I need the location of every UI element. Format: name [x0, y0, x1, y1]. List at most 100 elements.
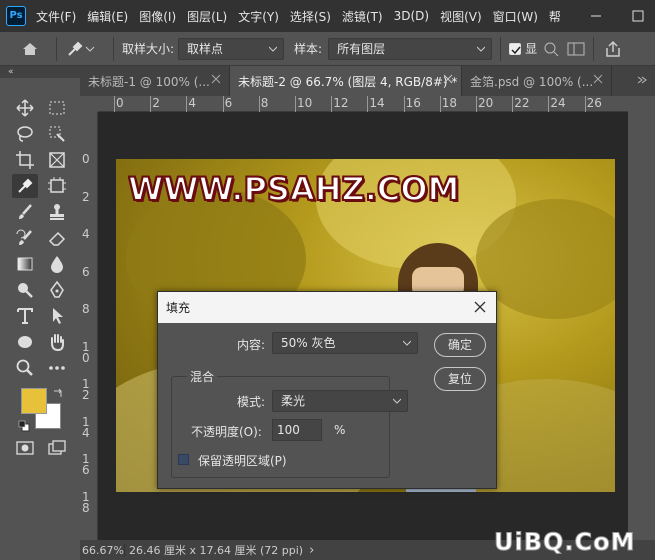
- chevron-right-icon: [637, 76, 647, 84]
- reset-button[interactable]: 复位: [434, 367, 486, 391]
- patch-tool[interactable]: [44, 174, 70, 198]
- hand-tool[interactable]: [44, 330, 70, 354]
- lasso-tool[interactable]: [12, 122, 38, 146]
- menu-edit[interactable]: 编辑(E): [87, 8, 128, 25]
- ruler-tick-label: 16: [405, 96, 421, 110]
- close-icon[interactable]: [593, 74, 603, 84]
- mode-select[interactable]: 柔光: [272, 390, 408, 412]
- ruler-tick-label: 18: [441, 96, 458, 110]
- pen-tool[interactable]: [44, 278, 70, 302]
- swap-colors-icon[interactable]: [52, 387, 64, 399]
- tab-label: 未标题-1 @ 100% (...: [88, 74, 210, 89]
- ruler-tick: [295, 96, 296, 112]
- tab-gold-foil[interactable]: 金箔.psd @ 100% (...: [462, 66, 612, 96]
- ellipse-tool[interactable]: [12, 330, 38, 354]
- home-button[interactable]: [12, 35, 48, 63]
- ruler-tick: [548, 96, 550, 112]
- show-ring-checkbox[interactable]: [509, 42, 522, 55]
- frame-icon: [49, 152, 65, 168]
- separator: [113, 36, 114, 61]
- tabs-overflow[interactable]: [612, 66, 655, 96]
- home-icon: [23, 42, 37, 55]
- minimize-button[interactable]: [588, 8, 604, 24]
- frame-tool[interactable]: [44, 148, 70, 172]
- ruler-tick: [114, 96, 115, 112]
- close-icon[interactable]: [474, 301, 486, 313]
- brush-tool[interactable]: [12, 200, 38, 224]
- menu-view[interactable]: 视图(V): [440, 8, 482, 25]
- screen-mode-button[interactable]: [44, 436, 70, 460]
- ok-button[interactable]: 确定: [434, 333, 486, 357]
- share-icon[interactable]: [604, 40, 622, 58]
- toolbar-collapse[interactable]: «: [0, 66, 80, 78]
- document-dimensions: 26.46 厘米 x 17.64 厘米 (72 ppi): [129, 544, 304, 557]
- gradient-tool[interactable]: [12, 252, 38, 276]
- opacity-input[interactable]: 100: [272, 419, 322, 441]
- chevron-down-icon: [403, 340, 411, 346]
- menu-3d[interactable]: 3D(D): [394, 9, 429, 23]
- tab-untitled-1[interactable]: 未标题-1 @ 100% (...: [80, 66, 230, 96]
- menu-bar: Ps 文件(F) 编辑(E) 图像(I) 图层(L) 文字(Y) 选择(S) 滤…: [0, 0, 655, 32]
- preserve-transparency-checkbox[interactable]: [178, 454, 189, 465]
- stamp-tool[interactable]: [44, 200, 70, 224]
- close-icon[interactable]: [211, 74, 221, 84]
- chevron-down-icon: [85, 46, 95, 52]
- menu-layer[interactable]: 图层(L): [187, 8, 227, 25]
- foreground-color-swatch[interactable]: [21, 388, 47, 414]
- menu-select[interactable]: 选择(S): [290, 8, 331, 25]
- path-select-tool[interactable]: [44, 304, 70, 328]
- status-menu-arrow[interactable]: ›: [309, 543, 314, 558]
- menu-window[interactable]: 窗口(W): [493, 8, 538, 25]
- menu-type[interactable]: 文字(Y): [238, 8, 279, 25]
- content-select[interactable]: 50% 灰色: [272, 332, 418, 354]
- menu-file[interactable]: 文件(F): [36, 8, 76, 25]
- quick-select-tool[interactable]: [44, 122, 70, 146]
- ruler-tick: [439, 96, 441, 112]
- ruler-tick-label: 1 6: [82, 452, 90, 477]
- menu-filter[interactable]: 滤镜(T): [342, 8, 383, 25]
- tab-untitled-2[interactable]: 未标题-2 @ 66.7% (图层 4, RGB/8#) *: [230, 66, 462, 96]
- menu-image[interactable]: 图像(I): [139, 8, 176, 25]
- opacity-unit: %: [334, 423, 346, 437]
- zoom-level[interactable]: 66.67%: [80, 543, 125, 557]
- blur-tool[interactable]: [44, 252, 70, 276]
- more-tools[interactable]: [44, 356, 70, 380]
- tool-preset-picker[interactable]: [65, 39, 105, 59]
- default-colors-icon[interactable]: [18, 420, 30, 432]
- ruler-tick-label: 1 8: [82, 489, 90, 515]
- maximize-icon: [632, 10, 644, 22]
- type-tool[interactable]: [12, 304, 38, 328]
- history-brush-icon: [16, 229, 32, 245]
- sample-size-select[interactable]: 取样点: [178, 37, 285, 60]
- ruler-tick-label: 2: [152, 96, 160, 110]
- ruler-tick-label: 20: [478, 96, 494, 110]
- ruler-tick-label: 1 4: [82, 414, 90, 440]
- workspace-icon[interactable]: [567, 41, 585, 57]
- screen-mode-icon: [48, 440, 66, 455]
- close-icon[interactable]: [443, 74, 453, 84]
- zoom-tool[interactable]: [12, 356, 38, 380]
- tools-panel: [0, 78, 80, 560]
- check-icon: [511, 46, 521, 54]
- crop-tool[interactable]: [12, 148, 38, 172]
- sample-select[interactable]: 所有图层: [328, 37, 493, 60]
- ruler-tick: [476, 96, 477, 112]
- eraser-tool[interactable]: [44, 226, 70, 250]
- history-brush-tool[interactable]: [12, 226, 38, 250]
- maximize-button[interactable]: [630, 8, 646, 24]
- move-tool[interactable]: [12, 96, 38, 120]
- ruler-tick-label: 6: [82, 264, 90, 279]
- pen-icon: [50, 280, 64, 298]
- search-icon[interactable]: [543, 41, 559, 57]
- ruler-tick: [584, 96, 586, 112]
- marquee-tool[interactable]: [44, 96, 70, 120]
- ruler-tick-label: 1 2: [82, 377, 90, 402]
- dodge-tool[interactable]: [12, 278, 38, 302]
- menu-help[interactable]: 帮: [549, 8, 561, 25]
- ruler-tick-label: 1 0: [82, 339, 90, 365]
- vertical-ruler: 0 2 4 6 8 1 0 1 2 1 4 1 6 1 8: [80, 112, 98, 540]
- eyedropper-icon: [68, 41, 83, 56]
- quick-mask-button[interactable]: [12, 436, 38, 460]
- eyedropper-tool[interactable]: [12, 174, 38, 198]
- ruler-tick: [331, 96, 333, 112]
